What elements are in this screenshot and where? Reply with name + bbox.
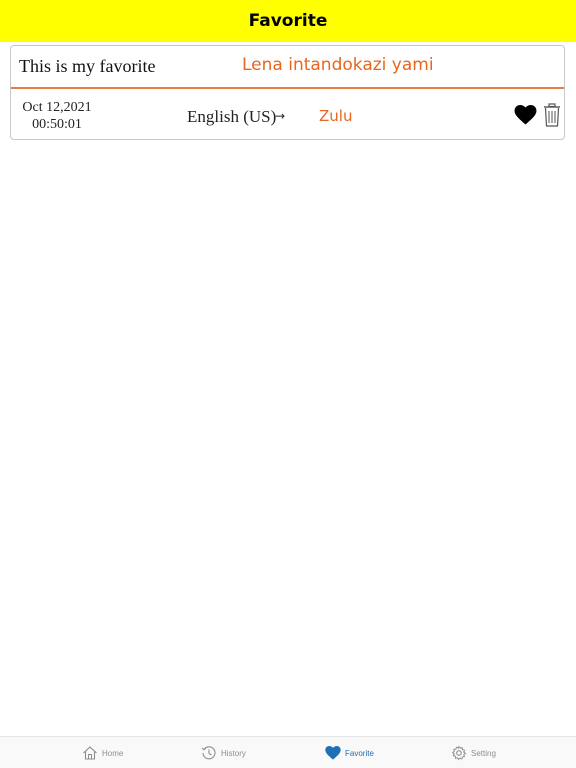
arrow-icon: → <box>275 109 286 123</box>
gear-icon <box>451 745 467 761</box>
tab-setting-label: Setting <box>471 748 496 758</box>
date-label: Oct 12,2021 <box>22 100 92 115</box>
heart-icon <box>514 105 537 125</box>
tab-favorite[interactable]: Favorite <box>325 743 374 763</box>
delete-button[interactable] <box>543 103 561 127</box>
trash-icon <box>544 103 560 127</box>
tab-bar: Home History Favorite Setting <box>0 736 576 768</box>
nav-bar: Favorite <box>0 0 576 42</box>
tab-history[interactable]: History <box>201 743 246 763</box>
target-language: Zulu <box>319 107 353 125</box>
page-title: Favorite <box>248 11 328 31</box>
tab-home[interactable]: Home <box>82 743 123 763</box>
favorite-toggle-button[interactable] <box>514 105 537 125</box>
history-icon <box>201 746 216 760</box>
tab-favorite-label: Favorite <box>345 748 374 758</box>
heart-icon <box>325 746 341 760</box>
time-label: 00:50:01 <box>32 117 82 132</box>
translated-text: Lena intandokazi yami <box>242 55 434 75</box>
tab-history-label: History <box>221 748 246 758</box>
favorite-card: This is my favorite Lena intandokazi yam… <box>10 45 565 140</box>
details-row: Oct 12,2021 00:50:01 English (US) → Zulu <box>11 91 564 139</box>
source-text: This is my favorite <box>19 56 156 76</box>
home-icon <box>83 746 97 760</box>
tab-home-label: Home <box>102 748 124 758</box>
timestamp: Oct 12,2021 00:50:01 <box>19 99 95 133</box>
translation-row: This is my favorite Lena intandokazi yam… <box>11 46 564 89</box>
source-language: English (US) <box>187 107 277 126</box>
tab-setting[interactable]: Setting <box>451 743 496 763</box>
